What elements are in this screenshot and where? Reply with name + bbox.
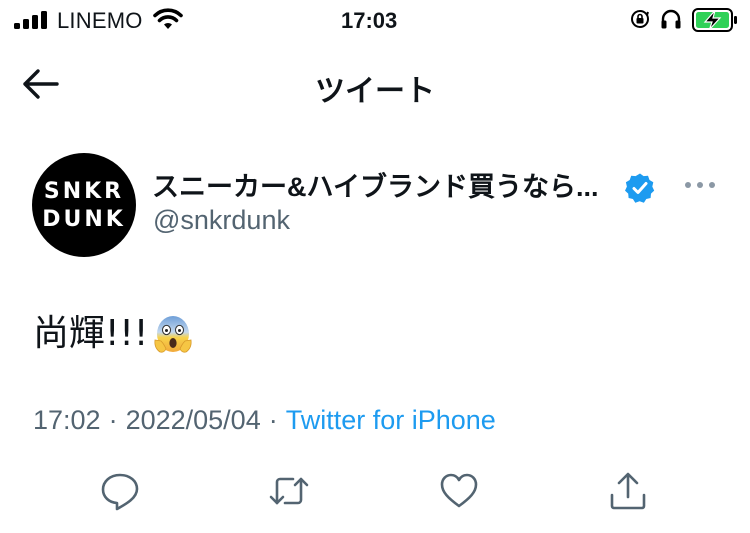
navigation-bar: ツイート <box>0 56 750 116</box>
reply-icon <box>101 473 139 511</box>
like-button[interactable] <box>438 470 480 512</box>
tweet-time[interactable]: 17:02 <box>33 405 101 435</box>
verified-badge-icon <box>625 173 655 203</box>
face-screaming-in-fear-emoji <box>154 316 192 353</box>
battery-charging-icon <box>692 8 737 32</box>
rotation-lock-icon <box>631 10 649 28</box>
meta-separator: · <box>108 405 118 435</box>
author-display-name[interactable]: スニーカー&ハイブランド買うなら... <box>152 165 598 204</box>
author-handle[interactable]: @snkrdunk <box>153 205 290 236</box>
more-dots-icon[interactable] <box>683 178 717 192</box>
wifi-icon <box>153 8 183 29</box>
tweet-text-content: 尚輝!!! <box>33 313 149 354</box>
headphones-icon <box>661 9 681 29</box>
status-time: 17:03 <box>341 8 398 33</box>
meta-separator: · <box>268 405 278 435</box>
share-button[interactable] <box>607 470 649 512</box>
tweet-source-link[interactable]: Twitter for iPhone <box>286 405 496 435</box>
avatar-text-line2: DUNK <box>42 207 126 232</box>
tweet-date[interactable]: 2022/05/04 <box>126 405 261 435</box>
like-icon <box>440 473 478 508</box>
tweet-text: 尚輝!!! <box>33 304 194 356</box>
status-bar: LINEMO 17:03 <box>0 0 750 44</box>
reply-button[interactable] <box>99 470 141 512</box>
share-icon <box>610 472 646 510</box>
retweet-button[interactable] <box>268 470 310 512</box>
avatar[interactable]: SNKR DUNK <box>32 153 136 257</box>
page-title: ツイート <box>315 75 435 108</box>
avatar-text-line1: SNKR <box>43 179 125 204</box>
retweet-icon <box>269 477 309 505</box>
signal-icon <box>14 11 47 29</box>
tweet-meta: 17:02 · 2022/05/04 · Twitter for iPhone <box>33 405 496 436</box>
carrier-name: LINEMO <box>57 8 143 33</box>
